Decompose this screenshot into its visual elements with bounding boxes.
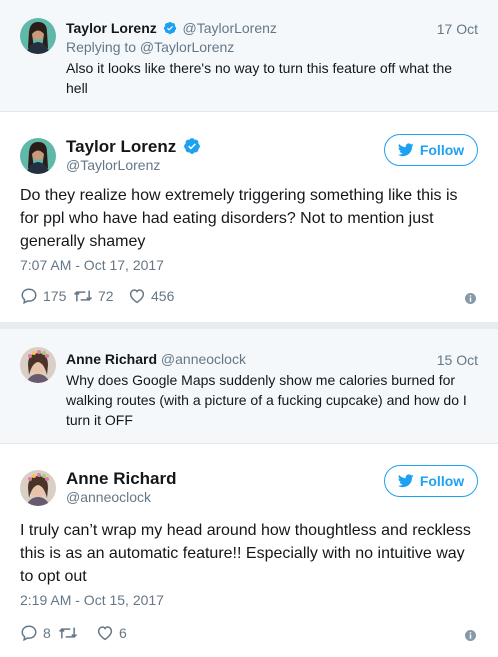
- tweet-text: Do they realize how extremely triggering…: [20, 187, 458, 250]
- author-name[interactable]: Taylor Lorenz: [66, 20, 157, 36]
- tweet-actions: 175 72 456: [20, 287, 174, 305]
- tweet-timestamp[interactable]: 2:19 AM - Oct 15, 2017: [20, 592, 164, 608]
- tweet-text: Also it looks like there's no way to tur…: [66, 60, 453, 96]
- follow-button[interactable]: Follow: [384, 134, 478, 166]
- twitter-bird-icon: [397, 143, 414, 157]
- author-handle[interactable]: @TaylorLorenz: [66, 157, 160, 173]
- like-icon: [129, 289, 145, 304]
- parent-tweet[interactable]: Anne Richard @anneoclock 15 Oct Why does…: [0, 329, 498, 444]
- follow-button[interactable]: Follow: [384, 465, 478, 497]
- retweet-action[interactable]: [58, 624, 96, 642]
- like-icon: [97, 626, 113, 641]
- tweet-date[interactable]: 15 Oct: [437, 352, 478, 368]
- reply-action[interactable]: 8: [20, 624, 58, 642]
- tweet-embed-taylor: Taylor Lorenz @TaylorLorenz 17 Oct Reply…: [0, 0, 498, 322]
- author-name[interactable]: Anne Richard: [66, 469, 177, 489]
- reply-count: 175: [43, 288, 67, 304]
- thread-divider: [0, 322, 498, 329]
- tweet-header: Anne Richard @anneoclock: [66, 351, 246, 367]
- twitter-bird-icon: [397, 474, 414, 488]
- info-icon[interactable]: [465, 293, 476, 304]
- tweet-embed-anne: Anne Richard @anneoclock 15 Oct Why does…: [0, 329, 498, 657]
- retweet-count: 72: [98, 288, 114, 304]
- reply-icon: [21, 288, 37, 305]
- reply-icon: [21, 625, 37, 642]
- tweet-header: Taylor Lorenz @TaylorLorenz: [66, 20, 277, 36]
- reply-count: 8: [43, 625, 51, 641]
- tweet-text: Why does Google Maps suddenly show me ca…: [66, 372, 467, 428]
- verified-badge-icon: [163, 21, 176, 35]
- info-icon[interactable]: [465, 630, 476, 641]
- author-handle[interactable]: @anneoclock: [66, 489, 151, 505]
- tweet-text: I truly can’t wrap my head around how th…: [20, 522, 471, 585]
- author-handle[interactable]: @anneoclock: [161, 351, 246, 367]
- avatar[interactable]: [20, 138, 56, 174]
- retweet-action[interactable]: 72: [73, 287, 128, 305]
- avatar[interactable]: [20, 347, 56, 383]
- retweet-icon: [73, 290, 93, 302]
- like-count: 456: [151, 288, 175, 304]
- follow-label: Follow: [419, 473, 465, 489]
- tweet-actions: 8 6: [20, 624, 127, 642]
- author-name-text[interactable]: Taylor Lorenz: [66, 137, 176, 156]
- tweet-timestamp[interactable]: 7:07 AM - Oct 17, 2017: [20, 257, 164, 273]
- author-name[interactable]: Anne Richard: [66, 351, 157, 367]
- tweet-date[interactable]: 17 Oct: [437, 21, 478, 37]
- verified-badge-icon: [184, 138, 200, 154]
- like-action[interactable]: 456: [128, 287, 174, 305]
- author-name[interactable]: Taylor Lorenz: [66, 137, 203, 157]
- avatar[interactable]: [20, 18, 56, 54]
- parent-tweet[interactable]: Taylor Lorenz @TaylorLorenz 17 Oct Reply…: [0, 0, 498, 112]
- avatar[interactable]: [20, 470, 56, 506]
- follow-label: Follow: [419, 142, 465, 158]
- like-action[interactable]: 6: [96, 624, 127, 642]
- replying-to: Replying to @TaylorLorenz: [66, 39, 235, 55]
- retweet-icon: [58, 627, 78, 639]
- like-count: 6: [119, 625, 127, 641]
- reply-action[interactable]: 175: [20, 287, 73, 305]
- author-handle[interactable]: @TaylorLorenz: [183, 20, 277, 36]
